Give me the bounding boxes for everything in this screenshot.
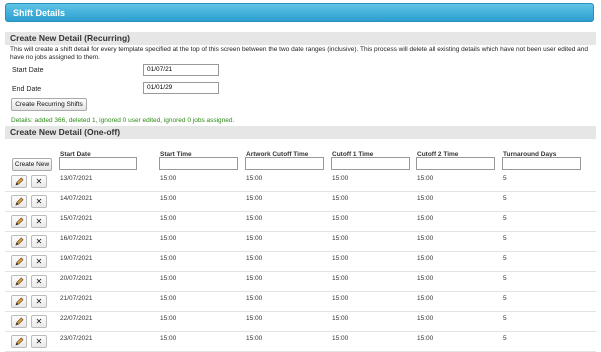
artwork-cutoff-cell: 15:00 (246, 315, 263, 322)
close-icon[interactable]: ✕ (31, 195, 47, 208)
turnaround-cell: 5 (503, 195, 507, 202)
start-date-cell: 19/07/2021 (60, 255, 93, 262)
turnaround-cell: 5 (503, 335, 507, 342)
close-icon[interactable]: ✕ (31, 275, 47, 288)
create-recurring-shifts-button[interactable]: Create Recurring Shifts (11, 98, 87, 111)
start-time-filter-input[interactable] (159, 157, 238, 170)
cutoff-1-cell: 15:00 (332, 255, 349, 262)
start-date-filter-input[interactable] (59, 157, 137, 170)
page-title: Shift Details (13, 8, 66, 18)
start-date-cell: 15/07/2021 (60, 215, 93, 222)
oneoff-section-heading: Create New Detail (One-off) (5, 126, 596, 139)
table-row: ✕ 20/07/2021 15:00 15:00 15:00 15:00 5 (5, 273, 596, 292)
artwork-cutoff-cell: 15:00 (246, 295, 263, 302)
status-message: Details: added 366, deleted 1, ignored 0… (11, 117, 235, 124)
cutoff-1-cell: 15:00 (332, 215, 349, 222)
pencil-icon[interactable] (11, 315, 27, 328)
close-icon[interactable]: ✕ (31, 235, 47, 248)
start-time-cell: 15:00 (160, 315, 177, 322)
cutoff-1-cell: 15:00 (332, 315, 349, 322)
turnaround-cell: 5 (503, 295, 507, 302)
cutoff-1-cell: 15:00 (332, 295, 349, 302)
artwork-cutoff-cell: 15:00 (246, 335, 263, 342)
turnaround-cell: 5 (503, 255, 507, 262)
table-row: ✕ 22/07/2021 15:00 15:00 15:00 15:00 5 (5, 313, 596, 332)
turnaround-filter-input[interactable] (502, 157, 581, 170)
start-date-cell: 23/07/2021 (60, 335, 93, 342)
turnaround-cell: 5 (503, 235, 507, 242)
start-date-cell: 20/07/2021 (60, 275, 93, 282)
cutoff-2-filter-input[interactable] (416, 157, 495, 170)
table-row: ✕ 13/07/2021 15:00 15:00 15:00 15:00 5 (5, 173, 596, 192)
start-time-cell: 15:00 (160, 295, 177, 302)
cutoff-2-cell: 15:00 (417, 215, 434, 222)
pencil-icon[interactable] (11, 335, 27, 348)
start-time-cell: 15:00 (160, 215, 177, 222)
start-time-cell: 15:00 (160, 275, 177, 282)
end-date-input[interactable] (143, 82, 219, 94)
recurring-section-heading: Create New Detail (Recurring) (5, 32, 596, 45)
cutoff-1-cell: 15:00 (332, 275, 349, 282)
artwork-cutoff-cell: 15:00 (246, 275, 263, 282)
end-date-label: End Date (12, 86, 42, 93)
cutoff-2-cell: 15:00 (417, 275, 434, 282)
artwork-cutoff-cell: 15:00 (246, 215, 263, 222)
table-row: ✕ 16/07/2021 15:00 15:00 15:00 15:00 5 (5, 233, 596, 252)
table-row: ✕ 19/07/2021 15:00 15:00 15:00 15:00 5 (5, 253, 596, 272)
page-title-bar: Shift Details (5, 3, 594, 22)
turnaround-cell: 5 (503, 175, 507, 182)
pencil-icon[interactable] (11, 215, 27, 228)
start-date-cell: 13/07/2021 (60, 175, 93, 182)
cutoff-2-cell: 15:00 (417, 315, 434, 322)
start-date-cell: 16/07/2021 (60, 235, 93, 242)
cutoff-2-cell: 15:00 (417, 255, 434, 262)
artwork-cutoff-cell: 15:00 (246, 255, 263, 262)
turnaround-cell: 5 (503, 215, 507, 222)
cutoff-2-cell: 15:00 (417, 195, 434, 202)
cutoff-2-cell: 15:00 (417, 335, 434, 342)
close-icon[interactable]: ✕ (31, 175, 47, 188)
artwork-cutoff-cell: 15:00 (246, 175, 263, 182)
start-time-cell: 15:00 (160, 235, 177, 242)
artwork-cutoff-filter-input[interactable] (245, 157, 324, 170)
table-row: ✕ 21/07/2021 15:00 15:00 15:00 15:00 5 (5, 293, 596, 312)
cutoff-2-cell: 15:00 (417, 295, 434, 302)
start-date-cell: 14/07/2021 (60, 195, 93, 202)
start-time-cell: 15:00 (160, 255, 177, 262)
artwork-cutoff-cell: 15:00 (246, 235, 263, 242)
cutoff-2-cell: 15:00 (417, 235, 434, 242)
recurring-description: This will create a shift detail for ever… (10, 46, 588, 61)
pencil-icon[interactable] (11, 235, 27, 248)
pencil-icon[interactable] (11, 195, 27, 208)
table-row: ✕ 23/07/2021 15:00 15:00 15:00 15:00 5 (5, 333, 596, 352)
cutoff-1-filter-input[interactable] (331, 157, 410, 170)
start-date-label: Start Date (12, 67, 44, 74)
table-row: ✕ 14/07/2021 15:00 15:00 15:00 15:00 5 (5, 193, 596, 212)
pencil-icon[interactable] (11, 275, 27, 288)
start-time-cell: 15:00 (160, 175, 177, 182)
pencil-icon[interactable] (11, 255, 27, 268)
pencil-icon[interactable] (11, 295, 27, 308)
close-icon[interactable]: ✕ (31, 215, 47, 228)
start-time-cell: 15:00 (160, 195, 177, 202)
close-icon[interactable]: ✕ (31, 335, 47, 348)
cutoff-1-cell: 15:00 (332, 195, 349, 202)
cutoff-1-cell: 15:00 (332, 335, 349, 342)
turnaround-cell: 5 (503, 315, 507, 322)
create-new-button[interactable]: Create New (12, 158, 52, 171)
start-date-input[interactable] (143, 64, 219, 76)
start-date-cell: 21/07/2021 (60, 295, 93, 302)
cutoff-2-cell: 15:00 (417, 175, 434, 182)
close-icon[interactable]: ✕ (31, 295, 47, 308)
turnaround-cell: 5 (503, 275, 507, 282)
cutoff-1-cell: 15:00 (332, 175, 349, 182)
close-icon[interactable]: ✕ (31, 315, 47, 328)
cutoff-1-cell: 15:00 (332, 235, 349, 242)
start-time-cell: 15:00 (160, 335, 177, 342)
artwork-cutoff-cell: 15:00 (246, 195, 263, 202)
pencil-icon[interactable] (11, 175, 27, 188)
close-icon[interactable]: ✕ (31, 255, 47, 268)
table-row: ✕ 15/07/2021 15:00 15:00 15:00 15:00 5 (5, 213, 596, 232)
start-date-cell: 22/07/2021 (60, 315, 93, 322)
